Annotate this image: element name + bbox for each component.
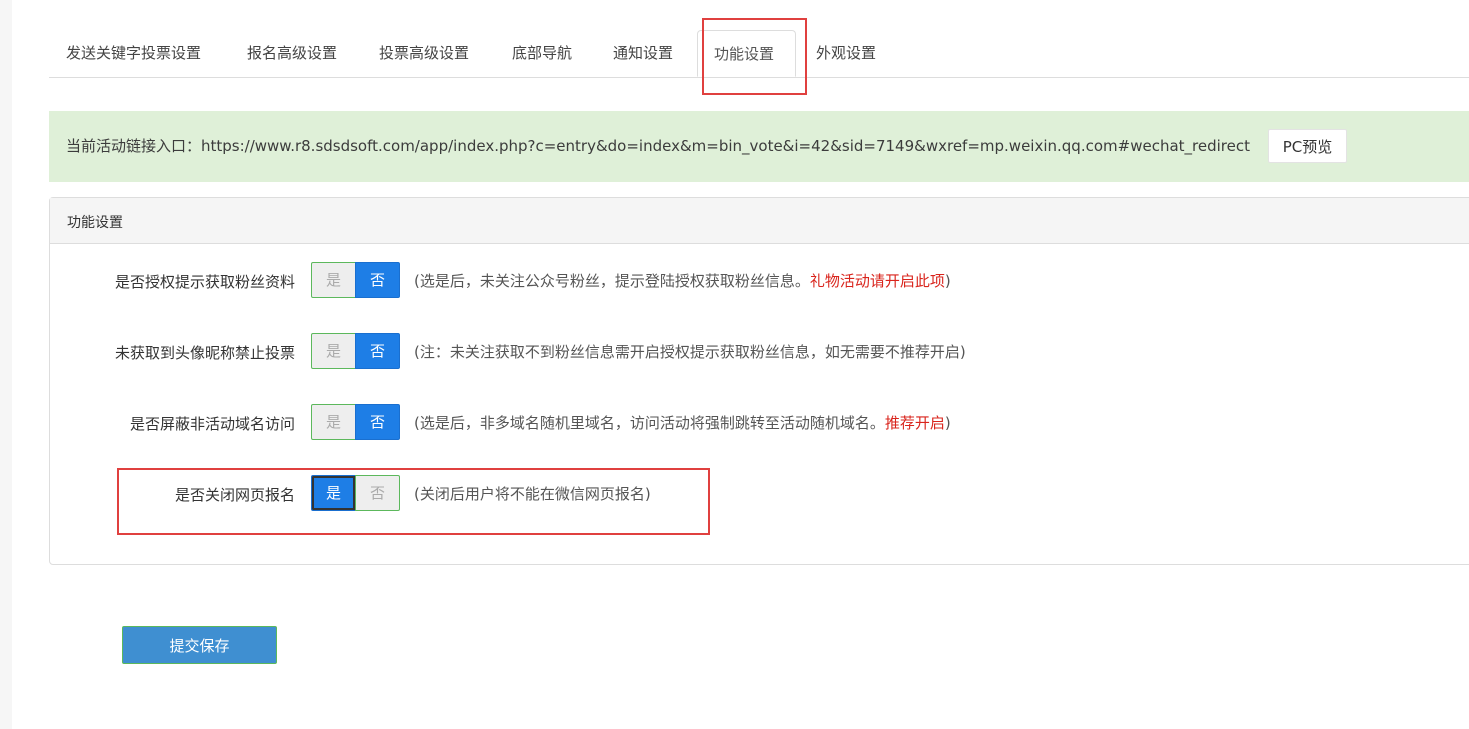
setting-label: 是否授权提示获取粉丝资料: [114, 273, 295, 291]
tab-function-settings[interactable]: 功能设置: [697, 30, 796, 77]
activity-link-text: 当前活动链接入口：https://www.r8.sdsdsoft.com/app…: [66, 137, 1250, 155]
tab-keyword-vote-settings[interactable]: 发送关键字投票设置: [66, 30, 201, 77]
help-highlight: 推荐开启: [884, 414, 945, 432]
toggle-yes-option[interactable]: 是: [311, 475, 356, 511]
help-highlight: 礼物活动请开启此项: [809, 272, 945, 290]
toggle-yes-option[interactable]: 是: [311, 404, 356, 440]
yes-no-toggle: 是 否: [311, 333, 400, 369]
setting-row-close-web-signup: 是否关闭网页报名 是 否 (关闭后用户将不能在微信网页报名): [50, 475, 1469, 511]
setting-row-auth-prompt: 是否授权提示获取粉丝资料 是 否 (选是后，未关注公众号粉丝，提示登陆授权获取粉…: [50, 262, 1469, 298]
setting-label: 是否关闭网页报名: [174, 486, 295, 504]
yes-no-toggle: 是 否: [311, 475, 400, 511]
toggle-no-option[interactable]: 否: [355, 404, 400, 440]
yes-no-toggle: 是 否: [311, 404, 400, 440]
yes-no-toggle: 是 否: [311, 262, 400, 298]
function-settings-panel: 功能设置 是否授权提示获取粉丝资料 是 否 (选是后，未关注公众号粉丝，提示登陆…: [49, 197, 1469, 565]
settings-tabs: 发送关键字投票设置 报名高级设置 投票高级设置 底部导航 通知设置 功能设置 外…: [49, 30, 1469, 78]
setting-row-block-foreign-domain: 是否屏蔽非活动域名访问 是 否 (选是后，非多域名随机里域名，访问活动将强制跳转…: [50, 404, 1469, 440]
tab-bottom-navigation[interactable]: 底部导航: [512, 30, 572, 77]
toggle-yes-option[interactable]: 是: [311, 262, 356, 298]
tab-notification-settings[interactable]: 通知设置: [613, 30, 673, 77]
left-sidebar-edge: [0, 0, 12, 729]
toggle-no-option[interactable]: 否: [355, 475, 400, 511]
setting-label: 是否屏蔽非活动域名访问: [129, 415, 295, 433]
toggle-no-option[interactable]: 否: [355, 262, 400, 298]
panel-title: 功能设置: [67, 215, 123, 231]
panel-header: 功能设置: [50, 198, 1469, 244]
tab-signup-advanced-settings[interactable]: 报名高级设置: [247, 30, 337, 77]
setting-help-text: (选是后，非多域名随机里域名，访问活动将强制跳转至活动随机域名。推荐开启): [414, 414, 951, 432]
setting-label: 未获取到头像昵称禁止投票: [114, 344, 295, 362]
submit-save-button[interactable]: 提交保存: [122, 626, 277, 664]
toggle-yes-option[interactable]: 是: [311, 333, 356, 369]
activity-link-bar: 当前活动链接入口：https://www.r8.sdsdsoft.com/app…: [49, 111, 1469, 182]
tab-vote-advanced-settings[interactable]: 投票高级设置: [379, 30, 469, 77]
setting-help-text: (关闭后用户将不能在微信网页报名): [414, 485, 651, 503]
setting-help-text: (注：未关注获取不到粉丝信息需开启授权提示获取粉丝信息，如无需要不推荐开启): [414, 343, 966, 361]
setting-help-text: (选是后，未关注公众号粉丝，提示登陆授权获取粉丝信息。礼物活动请开启此项): [414, 272, 951, 290]
setting-row-block-no-avatar: 未获取到头像昵称禁止投票 是 否 (注：未关注获取不到粉丝信息需开启授权提示获取…: [50, 333, 1469, 369]
toggle-no-option[interactable]: 否: [355, 333, 400, 369]
pc-preview-button[interactable]: PC预览: [1268, 129, 1347, 163]
tab-appearance-settings[interactable]: 外观设置: [816, 30, 876, 77]
